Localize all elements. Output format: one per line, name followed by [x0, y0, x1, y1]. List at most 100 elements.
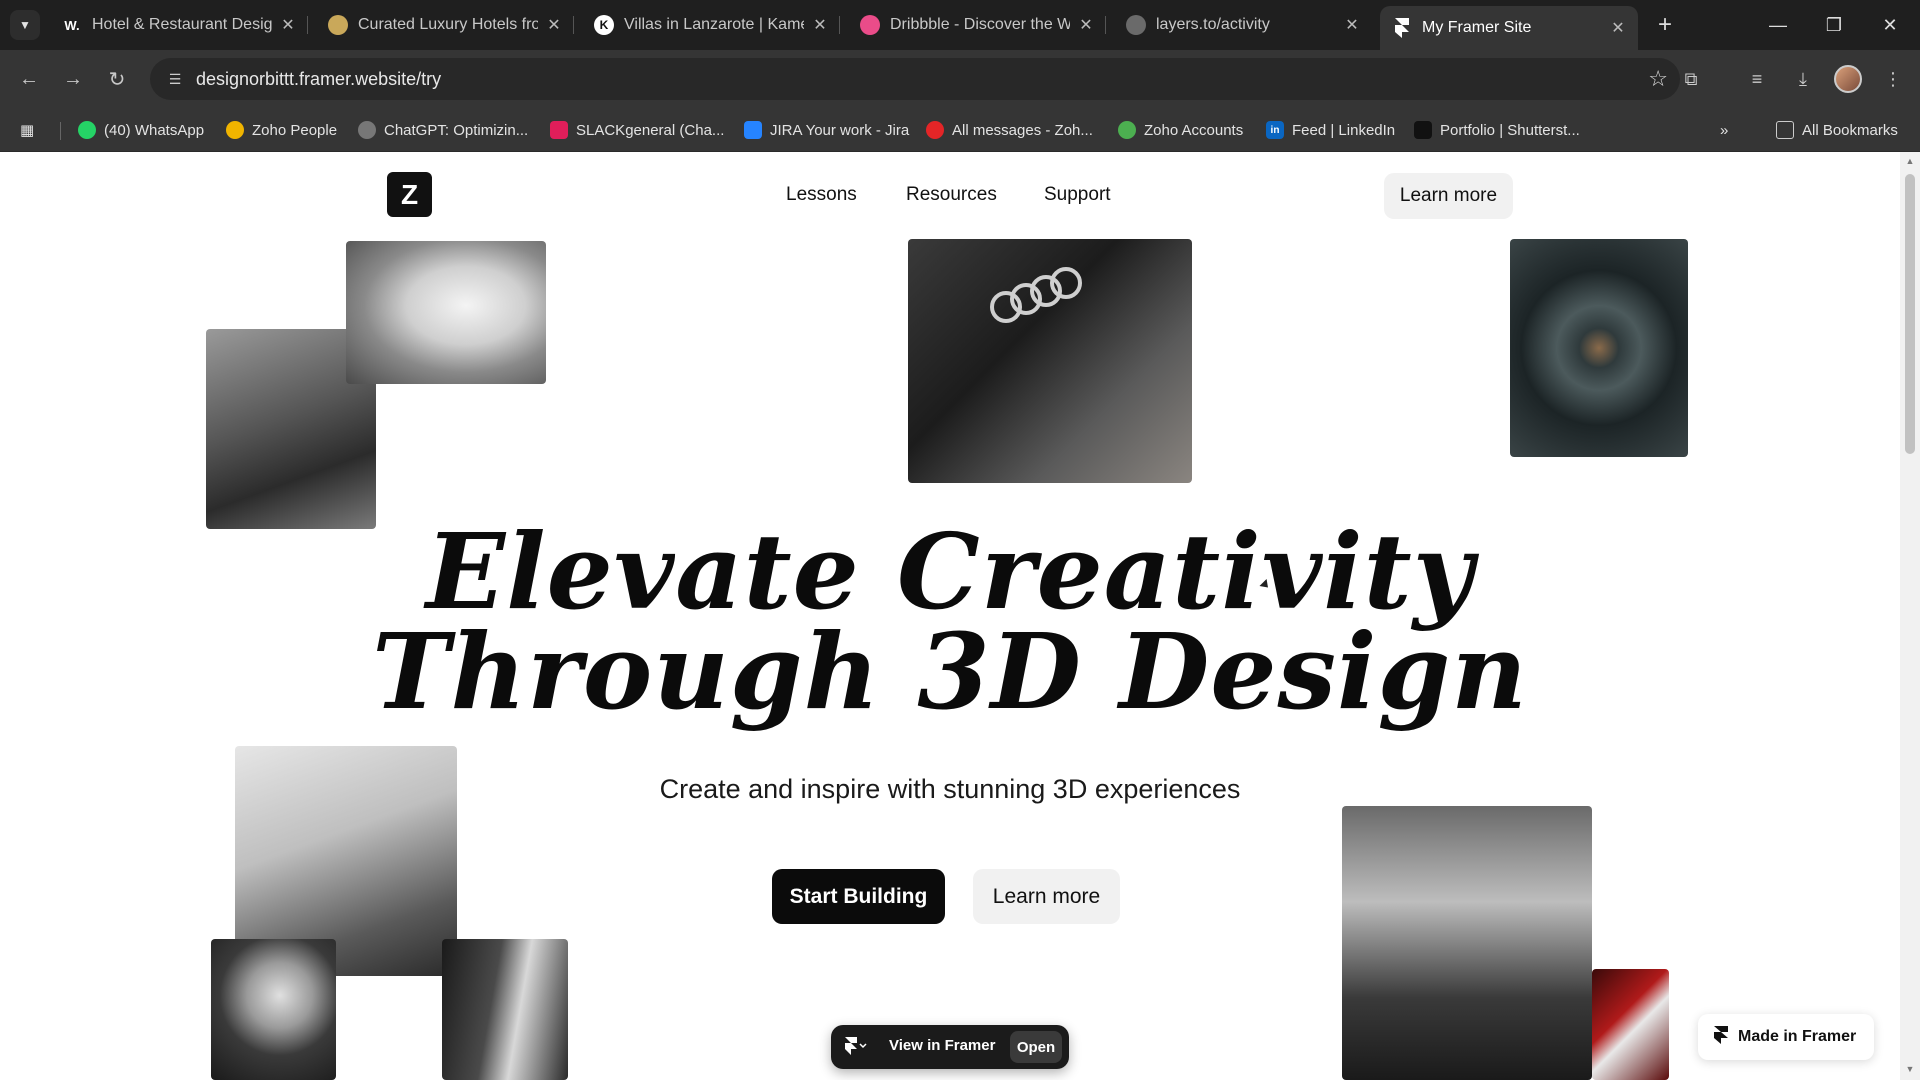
tab-title: Curated Luxury Hotels from	[358, 16, 538, 33]
site-logo[interactable]: Z	[387, 172, 432, 217]
hero-title-line: Elevate Creativity	[425, 510, 1475, 633]
header-learn-more-button[interactable]: Learn more	[1384, 173, 1513, 219]
open-in-framer-button[interactable]: Open	[1010, 1031, 1062, 1063]
start-building-button[interactable]: Start Building	[772, 869, 945, 924]
tab-title: layers.to/activity	[1156, 16, 1270, 33]
menu-kebab-icon[interactable]: ⋮	[1878, 64, 1908, 94]
page-scrollbar[interactable]: ▲ ▼	[1900, 152, 1920, 1080]
browser-tab[interactable]: Dribbble - Discover the Wo ✕	[848, 6, 1106, 44]
view-in-framer-label[interactable]: View in Framer	[889, 1037, 995, 1054]
close-tab-icon[interactable]: ✕	[812, 15, 828, 35]
bookmark-item[interactable]: ChatGPT: Optimizin...	[358, 118, 528, 142]
linkedin-icon: in	[1266, 121, 1284, 139]
apps-grid-icon[interactable]: ▦	[20, 118, 34, 142]
tab-title: Dribbble - Discover the Wo	[890, 16, 1070, 33]
bookmark-item[interactable]: JIRA Your work - Jira	[744, 118, 909, 142]
browser-tab[interactable]: W. Hotel & Restaurant Design ✕	[50, 6, 308, 44]
nav-link-resources[interactable]: Resources	[906, 184, 997, 206]
nav-link-support[interactable]: Support	[1044, 184, 1111, 206]
bookmarks-bar: ▦ (40) WhatsApp Zoho People ChatGPT: Opt…	[0, 108, 1920, 152]
bookmark-item[interactable]: (40) WhatsApp	[78, 118, 204, 142]
bookmark-label: Zoho Accounts	[1144, 121, 1244, 139]
tab-title: My Framer Site	[1422, 19, 1532, 36]
favicon-icon: K	[594, 15, 614, 35]
page-viewport: Z Lessons Resources Support Learn more E…	[0, 152, 1900, 1080]
tab-search-icon[interactable]: ▼	[10, 10, 40, 40]
site-info-icon[interactable]: ☰	[164, 68, 186, 90]
slack-icon	[550, 121, 568, 139]
wheel-rim-photo	[1510, 239, 1688, 457]
bookmark-label: (40) WhatsApp	[104, 121, 205, 139]
downloads-icon[interactable]: ⤓	[1788, 64, 1818, 94]
bookmark-label: Portfolio | Shutterst...	[1440, 121, 1580, 139]
media-controls-icon[interactable]: ≡	[1742, 64, 1772, 94]
scrollbar-thumb[interactable]	[1905, 174, 1915, 454]
bookmark-item[interactable]: Zoho Accounts	[1118, 118, 1243, 142]
jira-icon	[744, 121, 762, 139]
forward-icon[interactable]: →	[58, 64, 88, 94]
bookmark-label: JIRA Your work - Jira	[770, 121, 910, 139]
shutterstock-icon	[1414, 121, 1432, 139]
alloy-wheel-photo	[211, 939, 336, 1080]
address-url[interactable]: designorbittt.framer.website/try	[196, 69, 441, 90]
profile-avatar[interactable]	[1834, 65, 1862, 93]
bookmark-item[interactable]: in Feed | LinkedIn	[1266, 118, 1395, 142]
browser-tab[interactable]: layers.to/activity ✕	[1114, 6, 1372, 44]
restore-icon[interactable]: ❐	[1806, 8, 1862, 42]
bookmark-label: Feed | LinkedIn	[1292, 121, 1396, 139]
made-in-framer-label: Made in Framer	[1738, 1028, 1857, 1045]
close-tab-icon[interactable]: ✕	[1344, 15, 1360, 35]
bookmark-item[interactable]: Portfolio | Shutterst...	[1414, 118, 1580, 142]
framer-logo-icon	[1714, 1025, 1728, 1049]
new-tab-icon[interactable]: +	[1650, 10, 1680, 40]
car-body-curve-photo	[442, 939, 568, 1080]
close-tab-icon[interactable]: ✕	[1610, 18, 1626, 38]
framer-logo-icon[interactable]	[845, 1037, 867, 1058]
all-bookmarks-label: All Bookmarks	[1802, 121, 1898, 139]
scroll-down-icon[interactable]: ▼	[1904, 1064, 1916, 1076]
bookmark-label: Zoho People	[252, 121, 338, 139]
bookmark-item[interactable]: All messages - Zoh...	[926, 118, 1093, 142]
tab-title: Hotel & Restaurant Design	[92, 16, 272, 33]
close-tab-icon[interactable]: ✕	[1078, 15, 1094, 35]
more-bookmarks-icon[interactable]: »	[1720, 118, 1728, 142]
scroll-up-icon[interactable]: ▲	[1904, 156, 1916, 168]
audi-rings-icon	[990, 267, 1082, 323]
hero-subtitle: Create and inspire with stunning 3D expe…	[659, 774, 1241, 804]
browser-tab[interactable]: Curated Luxury Hotels from ✕	[316, 6, 574, 44]
browser-toolbar: ← → ↻ ☰ designorbittt.framer.website/try…	[0, 50, 1920, 108]
bookmark-item[interactable]: SLACKgeneral (Cha...	[550, 118, 724, 142]
bookmark-item[interactable]: Zoho People	[226, 118, 337, 142]
audi-front-photo	[1342, 806, 1592, 1080]
address-bar[interactable]: ☰ designorbittt.framer.website/try ☆	[150, 58, 1680, 100]
tab-title: Villas in Lanzarote | Kameza	[624, 16, 804, 33]
close-tab-icon[interactable]: ✕	[280, 15, 296, 35]
framer-favicon-icon	[1392, 18, 1412, 38]
zoho-people-icon	[226, 121, 244, 139]
browser-tab-active[interactable]: My Framer Site ✕	[1380, 6, 1638, 50]
back-icon[interactable]: ←	[14, 64, 44, 94]
whatsapp-icon	[78, 121, 96, 139]
extensions-icon[interactable]: ⧉	[1676, 64, 1706, 94]
made-in-framer-badge[interactable]: Made in Framer	[1698, 1014, 1874, 1060]
reload-icon[interactable]: ↻	[102, 64, 132, 94]
dribbble-favicon-icon	[860, 15, 880, 35]
bookmark-label: ChatGPT: Optimizin...	[384, 121, 529, 139]
audi-grille-photo	[908, 239, 1192, 483]
globe-favicon-icon	[1126, 15, 1146, 35]
learn-more-button[interactable]: Learn more	[973, 869, 1120, 924]
minimize-icon[interactable]: —	[1750, 8, 1806, 42]
close-tab-icon[interactable]: ✕	[546, 15, 562, 35]
browser-tab[interactable]: K Villas in Lanzarote | Kameza ✕	[582, 6, 840, 44]
close-window-icon[interactable]: ✕	[1862, 8, 1918, 42]
browser-tab-strip: ▼ W. Hotel & Restaurant Design ✕ Curated…	[0, 0, 1920, 50]
chatgpt-icon	[358, 121, 376, 139]
favicon-icon	[328, 15, 348, 35]
bookmark-label: SLACKgeneral (Cha...	[576, 121, 725, 139]
vintage-car-photo	[346, 241, 546, 384]
folder-icon	[1776, 121, 1794, 139]
zoho-mail-icon	[926, 121, 944, 139]
all-bookmarks-folder[interactable]: All Bookmarks	[1776, 118, 1898, 142]
nav-link-lessons[interactable]: Lessons	[786, 184, 857, 206]
bookmark-star-icon[interactable]: ☆	[1648, 66, 1668, 92]
